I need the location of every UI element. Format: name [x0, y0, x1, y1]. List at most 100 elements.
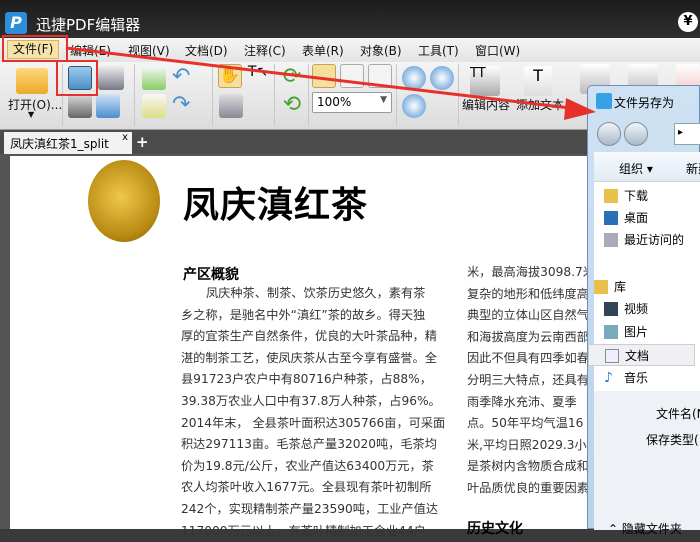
text-line: 复杂的地形和低纬度高: [467, 286, 587, 301]
filetype-label: 保存类型(: [646, 433, 699, 447]
yen-icon[interactable]: ¥: [678, 12, 698, 32]
paragraph-region: 凤庆种茶、制茶、饮茶历史悠久，素有茶 乡之称，是驰名中外“滇红”茶的故乡。得天独…: [181, 283, 447, 542]
text-line: 117000万元以上，有茶叶精制加工企业44户: [181, 523, 426, 538]
new-folder-button[interactable]: 新建: [686, 160, 700, 177]
text-line: 242个，实现精制茶产量23590吨，工业产值达: [181, 501, 439, 516]
text-line: 乡之称，是驰名中外“滇红”茶的故乡。得天独: [181, 307, 426, 322]
menu-document[interactable]: 文档(D): [185, 42, 228, 59]
app-title: 迅捷PDF编辑器: [36, 16, 141, 34]
title-bar: P 迅捷PDF编辑器 ¥: [0, 0, 700, 38]
text-line: 积达297113亩。毛茶总产量32020吨，毛茶均: [181, 437, 437, 452]
menu-comment[interactable]: 注释(C): [244, 42, 286, 59]
zoom-out-icon[interactable]: [430, 66, 454, 90]
tea-medal-image: [88, 160, 160, 242]
text-line: 叶品质优良的重要因素: [467, 480, 587, 495]
document-title: 凤庆滇红茶: [183, 185, 369, 226]
nav-item-video[interactable]: 视频: [588, 298, 695, 320]
menu-view[interactable]: 视图(V): [128, 42, 170, 59]
forward-button[interactable]: [624, 122, 648, 146]
filename-label: 文件名(N: [656, 407, 700, 421]
organize-button[interactable]: 组织 ▾: [619, 160, 653, 177]
address-bar[interactable]: ▸: [674, 123, 700, 145]
menu-form[interactable]: 表单(R): [302, 42, 344, 59]
email-icon[interactable]: [96, 94, 120, 118]
redo-icon[interactable]: ↷: [172, 94, 196, 118]
nav-item-documents[interactable]: 文档: [588, 344, 695, 366]
menu-tools[interactable]: 工具(T): [418, 42, 459, 59]
open-button[interactable]: 打开(O)...: [8, 96, 62, 113]
text-line: 2014年末， 全县茶叶面积达305766亩，可采面: [181, 415, 446, 430]
text-line: 厚的宜茶生产自然条件，优良的大叶茶品种，精: [181, 329, 437, 344]
menu-edit[interactable]: 编辑(E): [70, 42, 111, 59]
undo-icon[interactable]: ↶: [172, 66, 196, 90]
nav-item-library[interactable]: 库: [588, 276, 695, 298]
file-menu-highlight: [2, 35, 68, 62]
close-tab-icon[interactable]: x: [122, 132, 128, 143]
text-line: 米,平均日照2029.3小: [467, 437, 587, 452]
section-heading-history: 历史文化: [467, 521, 523, 537]
text-line: 和海拔高度为云南西部: [467, 329, 587, 344]
fit-height-icon[interactable]: [340, 64, 364, 88]
zoom-value: 100%: [317, 95, 352, 109]
nav-item-recent[interactable]: 最近访问的: [588, 229, 695, 251]
text-line: 分明三大特点，还具有: [467, 372, 587, 387]
document-icon: [605, 349, 619, 363]
new-tab-button[interactable]: +: [136, 133, 149, 151]
text-line: 39.38万农业人口中有37.8万人种茶，占96%。: [181, 393, 441, 408]
select-text-icon[interactable]: T↖: [246, 64, 270, 88]
rotate-ccw-icon[interactable]: ⟲: [280, 94, 304, 118]
page-import-icon[interactable]: [142, 66, 166, 90]
save-icon-highlight: [56, 60, 98, 96]
scanner-icon[interactable]: [98, 66, 124, 90]
print-icon[interactable]: [68, 94, 92, 118]
picture-icon: [604, 325, 618, 339]
text-line: 点。50年平均气温16: [467, 416, 584, 431]
fit-width-icon[interactable]: [368, 64, 392, 88]
open-folder-icon[interactable]: [16, 68, 48, 94]
text-line: 是茶树内含物质合成和: [467, 459, 587, 474]
zoom-select[interactable]: 100% ▼: [312, 92, 392, 113]
back-button[interactable]: [597, 122, 621, 146]
edit-content-icon[interactable]: TT: [470, 66, 500, 96]
snapshot-icon[interactable]: [219, 94, 243, 118]
desktop-icon: [604, 211, 618, 225]
dialog-title: 文件另存为: [614, 96, 675, 110]
page-export-icon[interactable]: [142, 94, 166, 118]
menu-bar: 文件(F) 编辑(E) 视图(V) 文档(D) 注释(C) 表单(R) 对象(B…: [0, 38, 700, 62]
hand-tool-icon[interactable]: ✋: [218, 64, 242, 88]
zoom-region-icon[interactable]: [402, 66, 426, 90]
section-heading-region: 产区概貌: [183, 267, 239, 283]
save-as-dialog: 文件另存为 ▸ 组织 ▾ 新建 下载 桌面 最近访问的 库 视频 图片 文档 ♪…: [587, 85, 700, 536]
dialog-logo-icon: [596, 93, 612, 109]
add-text-icon[interactable]: T: [524, 66, 552, 96]
nav-item-pictures[interactable]: 图片: [588, 321, 695, 343]
download-folder-icon: [604, 189, 618, 203]
rotate-cw-icon[interactable]: ⟳: [280, 66, 304, 90]
edit-content-button[interactable]: 编辑内容: [462, 96, 510, 113]
menu-object[interactable]: 对象(B): [360, 42, 402, 59]
text-line: 农人均茶叶收入1677元。全县现有茶叶初制所: [181, 480, 432, 495]
open-dropdown-icon[interactable]: ▼: [28, 110, 34, 119]
menu-window[interactable]: 窗口(W): [475, 42, 520, 59]
recent-icon: [604, 233, 618, 247]
nav-item-music[interactable]: ♪ 音乐: [588, 367, 695, 389]
text-line: 价为19.8元/公斤，农业产值达63400万元，茶: [181, 458, 434, 473]
text-line: 湛的制茶工艺，使凤庆茶从古至今享有盛誉。全: [181, 350, 437, 365]
text-line: 米，最高海拔3098.7米: [467, 265, 587, 279]
add-text-button[interactable]: 添加文本: [516, 96, 564, 113]
library-icon: [594, 280, 608, 294]
column-two-text: 米，最高海拔3098.7米 复杂的地形和低纬度高 典型的立体山区自然气 和海拔高…: [467, 262, 587, 500]
music-icon: ♪: [604, 370, 613, 386]
nav-item-downloads[interactable]: 下载: [588, 185, 695, 207]
document-tab[interactable]: 凤庆滇红茶1_split x: [4, 132, 132, 154]
fit-page-icon[interactable]: [312, 64, 336, 88]
nav-item-desktop[interactable]: 桌面: [588, 207, 695, 229]
text-line: 凤庆种茶、制茶、饮茶历史悠久，素有茶: [206, 286, 426, 300]
app-logo: P: [5, 12, 27, 34]
zoom-in-icon[interactable]: [402, 94, 426, 118]
text-line: 典型的立体山区自然气: [467, 308, 587, 323]
text-line: 雨季降水充沛、夏季: [467, 394, 577, 409]
video-icon: [604, 302, 618, 316]
text-line: 因此不但具有四季如春: [467, 351, 587, 366]
tab-label: 凤庆滇红茶1_split: [10, 137, 109, 151]
